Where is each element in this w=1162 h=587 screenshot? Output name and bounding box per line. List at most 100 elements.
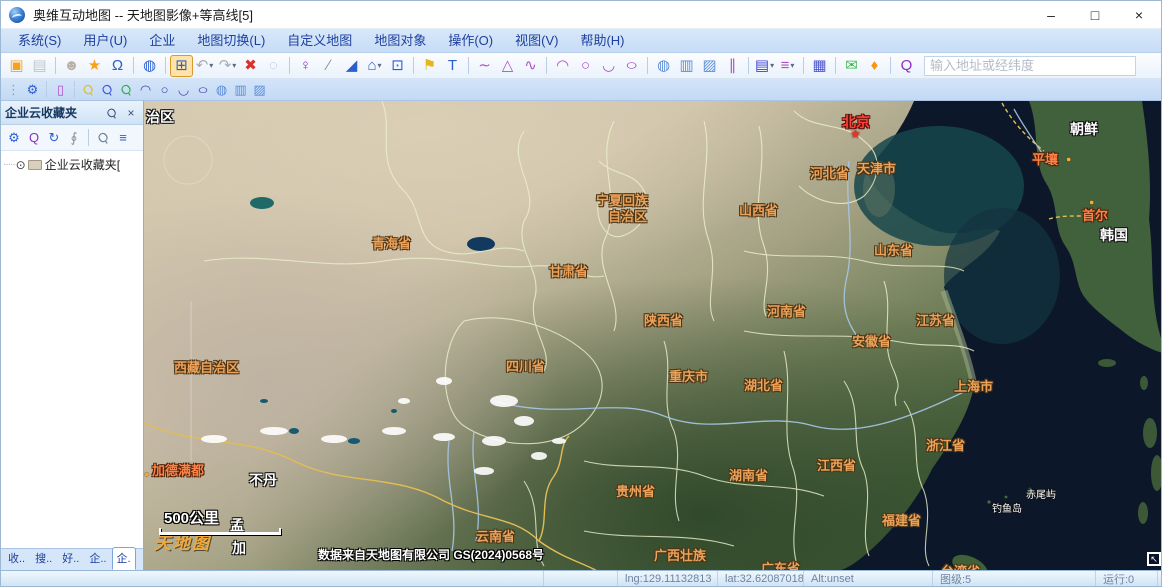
label-zhiqu-partial: 治区 <box>146 109 174 125</box>
new-doc-icon[interactable]: ▯ <box>51 81 70 99</box>
folder-icon <box>28 160 42 170</box>
placemark-icon[interactable]: ♀ <box>294 55 317 77</box>
tree-root-item[interactable]: ····· ⊙ 企业云收藏夹[ <box>3 156 141 173</box>
menu-operation[interactable]: 操作(O) <box>437 29 504 53</box>
panel-autohide-pin-icon[interactable]: Ϙ <box>100 105 123 121</box>
menu-help[interactable]: 帮助(H) <box>569 29 635 53</box>
save-icon[interactable]: ▤ <box>28 55 51 77</box>
ellipse2-icon[interactable]: ○ <box>193 81 212 99</box>
separator <box>46 81 47 98</box>
map-viewport[interactable]: 治区北京★朝鲜平壤●首尔●韩国河北省天津市宁夏回族自治区山西省山东省青海省甘肃省… <box>144 101 1161 570</box>
maximize-button[interactable]: □ <box>1073 1 1117 29</box>
window-title: 奥维互动地图 -- 天地图影像+等高线[5] <box>33 5 253 24</box>
object-list-icon[interactable]: ≡▾ <box>776 55 799 77</box>
panel-attach-icon[interactable]: ∮ <box>64 128 84 148</box>
minimize-button[interactable]: – <box>1029 1 1073 29</box>
undo-icon[interactable]: ↶▾ <box>193 55 216 77</box>
tree-root-label: 企业云收藏夹[ <box>45 156 120 173</box>
window-controls: – □ × <box>1029 1 1161 29</box>
settings-gear-icon[interactable]: ⚙ <box>23 81 42 99</box>
grip-icon[interactable]: ⋮ <box>4 81 23 99</box>
fill-circle2-icon[interactable]: ◍ <box>212 81 231 99</box>
track-route-icon[interactable]: Ω <box>106 55 129 77</box>
dropdown-caret-icon[interactable]: ▾ <box>770 62 774 70</box>
camera-icon[interactable]: ⊡ <box>386 55 409 77</box>
tab-friends[interactable]: 好.. <box>57 547 84 570</box>
menu-map-objects[interactable]: 地图对象 <box>363 29 437 53</box>
circle-icon[interactable]: ○ <box>574 55 597 77</box>
arc-icon[interactable]: ◠ <box>551 55 574 77</box>
app-window: 奥维互动地图 -- 天地图影像+等高线[5] – □ × 系统(S)用户(U)企… <box>0 0 1162 587</box>
pushpin-blue-icon[interactable]: Ϙ <box>98 81 117 99</box>
vip-icon[interactable]: ♦ <box>863 55 886 77</box>
polyline-icon[interactable]: ∼ <box>473 55 496 77</box>
title-bar: 奥维互动地图 -- 天地图影像+等高线[5] – □ × <box>1 1 1161 29</box>
label-henan: 河南省 <box>767 305 806 320</box>
label-chongqing: 重庆市 <box>669 370 708 385</box>
label-yunnan: 云南省 <box>476 530 515 545</box>
area-select-icon[interactable]: ⊞ <box>170 55 193 77</box>
menu-user[interactable]: 用户(U) <box>72 29 138 53</box>
delete-icon[interactable]: ✖ <box>239 55 262 77</box>
panel-refresh-icon[interactable]: ↻ <box>44 128 64 148</box>
panel-close-icon[interactable]: × <box>123 105 139 121</box>
chat-icon[interactable]: ✉ <box>840 55 863 77</box>
menu-custom-map[interactable]: 自定义地图 <box>276 29 363 53</box>
panel-pin-icon[interactable]: Ϙ <box>93 128 113 148</box>
visibility-eye-icon[interactable]: ⊙ <box>16 158 26 172</box>
curve-icon[interactable]: ∿ <box>519 55 542 77</box>
globe-3d-icon[interactable]: ◍ <box>138 55 161 77</box>
fill-polygon2-icon[interactable]: ▨ <box>250 81 269 99</box>
panel-list-icon[interactable]: ≡ <box>113 128 133 148</box>
text-label-icon[interactable]: T <box>441 55 464 77</box>
menu-system[interactable]: 系统(S) <box>7 29 72 53</box>
label-hubei: 湖北省 <box>744 379 783 394</box>
panel-search-icon[interactable]: Q <box>24 128 44 148</box>
elevation-icon[interactable]: ◢ <box>340 55 363 77</box>
menu-view[interactable]: 视图(V) <box>504 29 569 53</box>
fill-polygon-icon[interactable]: ▨ <box>698 55 721 77</box>
dropdown-caret-icon[interactable]: ▾ <box>790 62 794 70</box>
ellipse-icon[interactable]: ○ <box>620 55 643 77</box>
lasso-select-icon[interactable]: ◌ <box>262 55 285 77</box>
close-button[interactable]: × <box>1117 1 1161 29</box>
fill-circle-icon[interactable]: ◍ <box>652 55 675 77</box>
triangle-icon[interactable]: △ <box>496 55 519 77</box>
fill-rect-icon[interactable]: ▥ <box>675 55 698 77</box>
address-search-input[interactable] <box>924 56 1136 76</box>
tianditu-watermark: 天地图 <box>154 534 211 554</box>
fill-rect2-icon[interactable]: ▥ <box>231 81 250 99</box>
tab-favorites[interactable]: 收.. <box>3 547 30 570</box>
menu-enterprise[interactable]: 企业 <box>138 29 186 53</box>
dropdown-caret-icon[interactable]: ▾ <box>378 62 382 70</box>
label-guizhou: 贵州省 <box>616 485 655 500</box>
circle2-icon[interactable]: ○ <box>155 81 174 99</box>
tab-enterprise[interactable]: 企.. <box>84 547 111 570</box>
arc2-icon[interactable]: ◠ <box>136 81 155 99</box>
flag-pin-icon[interactable]: ⚑ <box>418 55 441 77</box>
pushpin-yellow-icon[interactable]: Ϙ <box>79 81 98 99</box>
ruler-icon[interactable]: ∕ <box>317 55 340 77</box>
pushpin-green-icon[interactable]: Ϙ <box>117 81 136 99</box>
dropdown-caret-icon[interactable]: ▾ <box>209 62 213 70</box>
menu-map-switch[interactable]: 地图切换(L) <box>186 29 276 53</box>
label-taiwan-partial: 台湾省 <box>941 565 980 570</box>
polygon-tool-icon[interactable]: ⌂▾ <box>363 55 386 77</box>
side-panel-icon[interactable]: ▤▾ <box>753 55 776 77</box>
label-sichuan: 四川省 <box>506 360 545 375</box>
tab-search[interactable]: 搜.. <box>30 547 57 570</box>
corridor-icon[interactable]: ∥ <box>721 55 744 77</box>
pyongyang-dot: ● <box>1066 154 1071 164</box>
tab-enterprise-cloud[interactable]: 企. <box>112 547 136 570</box>
open-folder-icon[interactable]: ▣ <box>5 55 28 77</box>
search-icon[interactable]: Q <box>895 55 918 77</box>
redo-icon[interactable]: ↷▾ <box>216 55 239 77</box>
panel-gear-icon[interactable]: ⚙ <box>4 128 24 148</box>
favorites-star-icon[interactable]: ★ <box>83 55 106 77</box>
dropdown-caret-icon[interactable]: ▾ <box>232 62 236 70</box>
status-blank-2 <box>544 571 618 586</box>
data-table-icon[interactable]: ▦ <box>808 55 831 77</box>
users-icon[interactable]: ☻ <box>60 55 83 77</box>
open-arc2-icon[interactable]: ◡ <box>174 81 193 99</box>
open-arc-icon[interactable]: ◡ <box>597 55 620 77</box>
